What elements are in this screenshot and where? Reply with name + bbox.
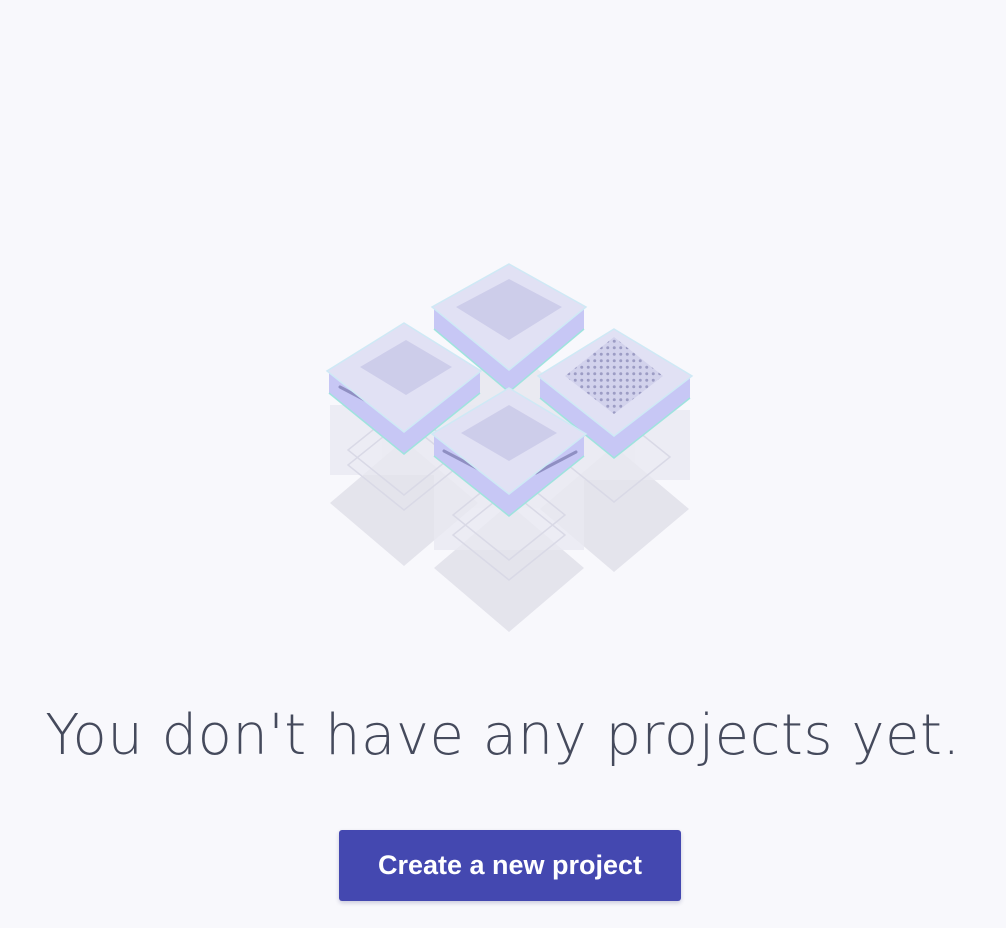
empty-state-title: You don't have any projects yet. bbox=[45, 703, 961, 768]
empty-state: You don't have any projects yet. Create … bbox=[0, 0, 1006, 928]
stacked-project-tiles-icon bbox=[318, 255, 698, 640]
create-project-button[interactable]: Create a new project bbox=[339, 830, 681, 901]
